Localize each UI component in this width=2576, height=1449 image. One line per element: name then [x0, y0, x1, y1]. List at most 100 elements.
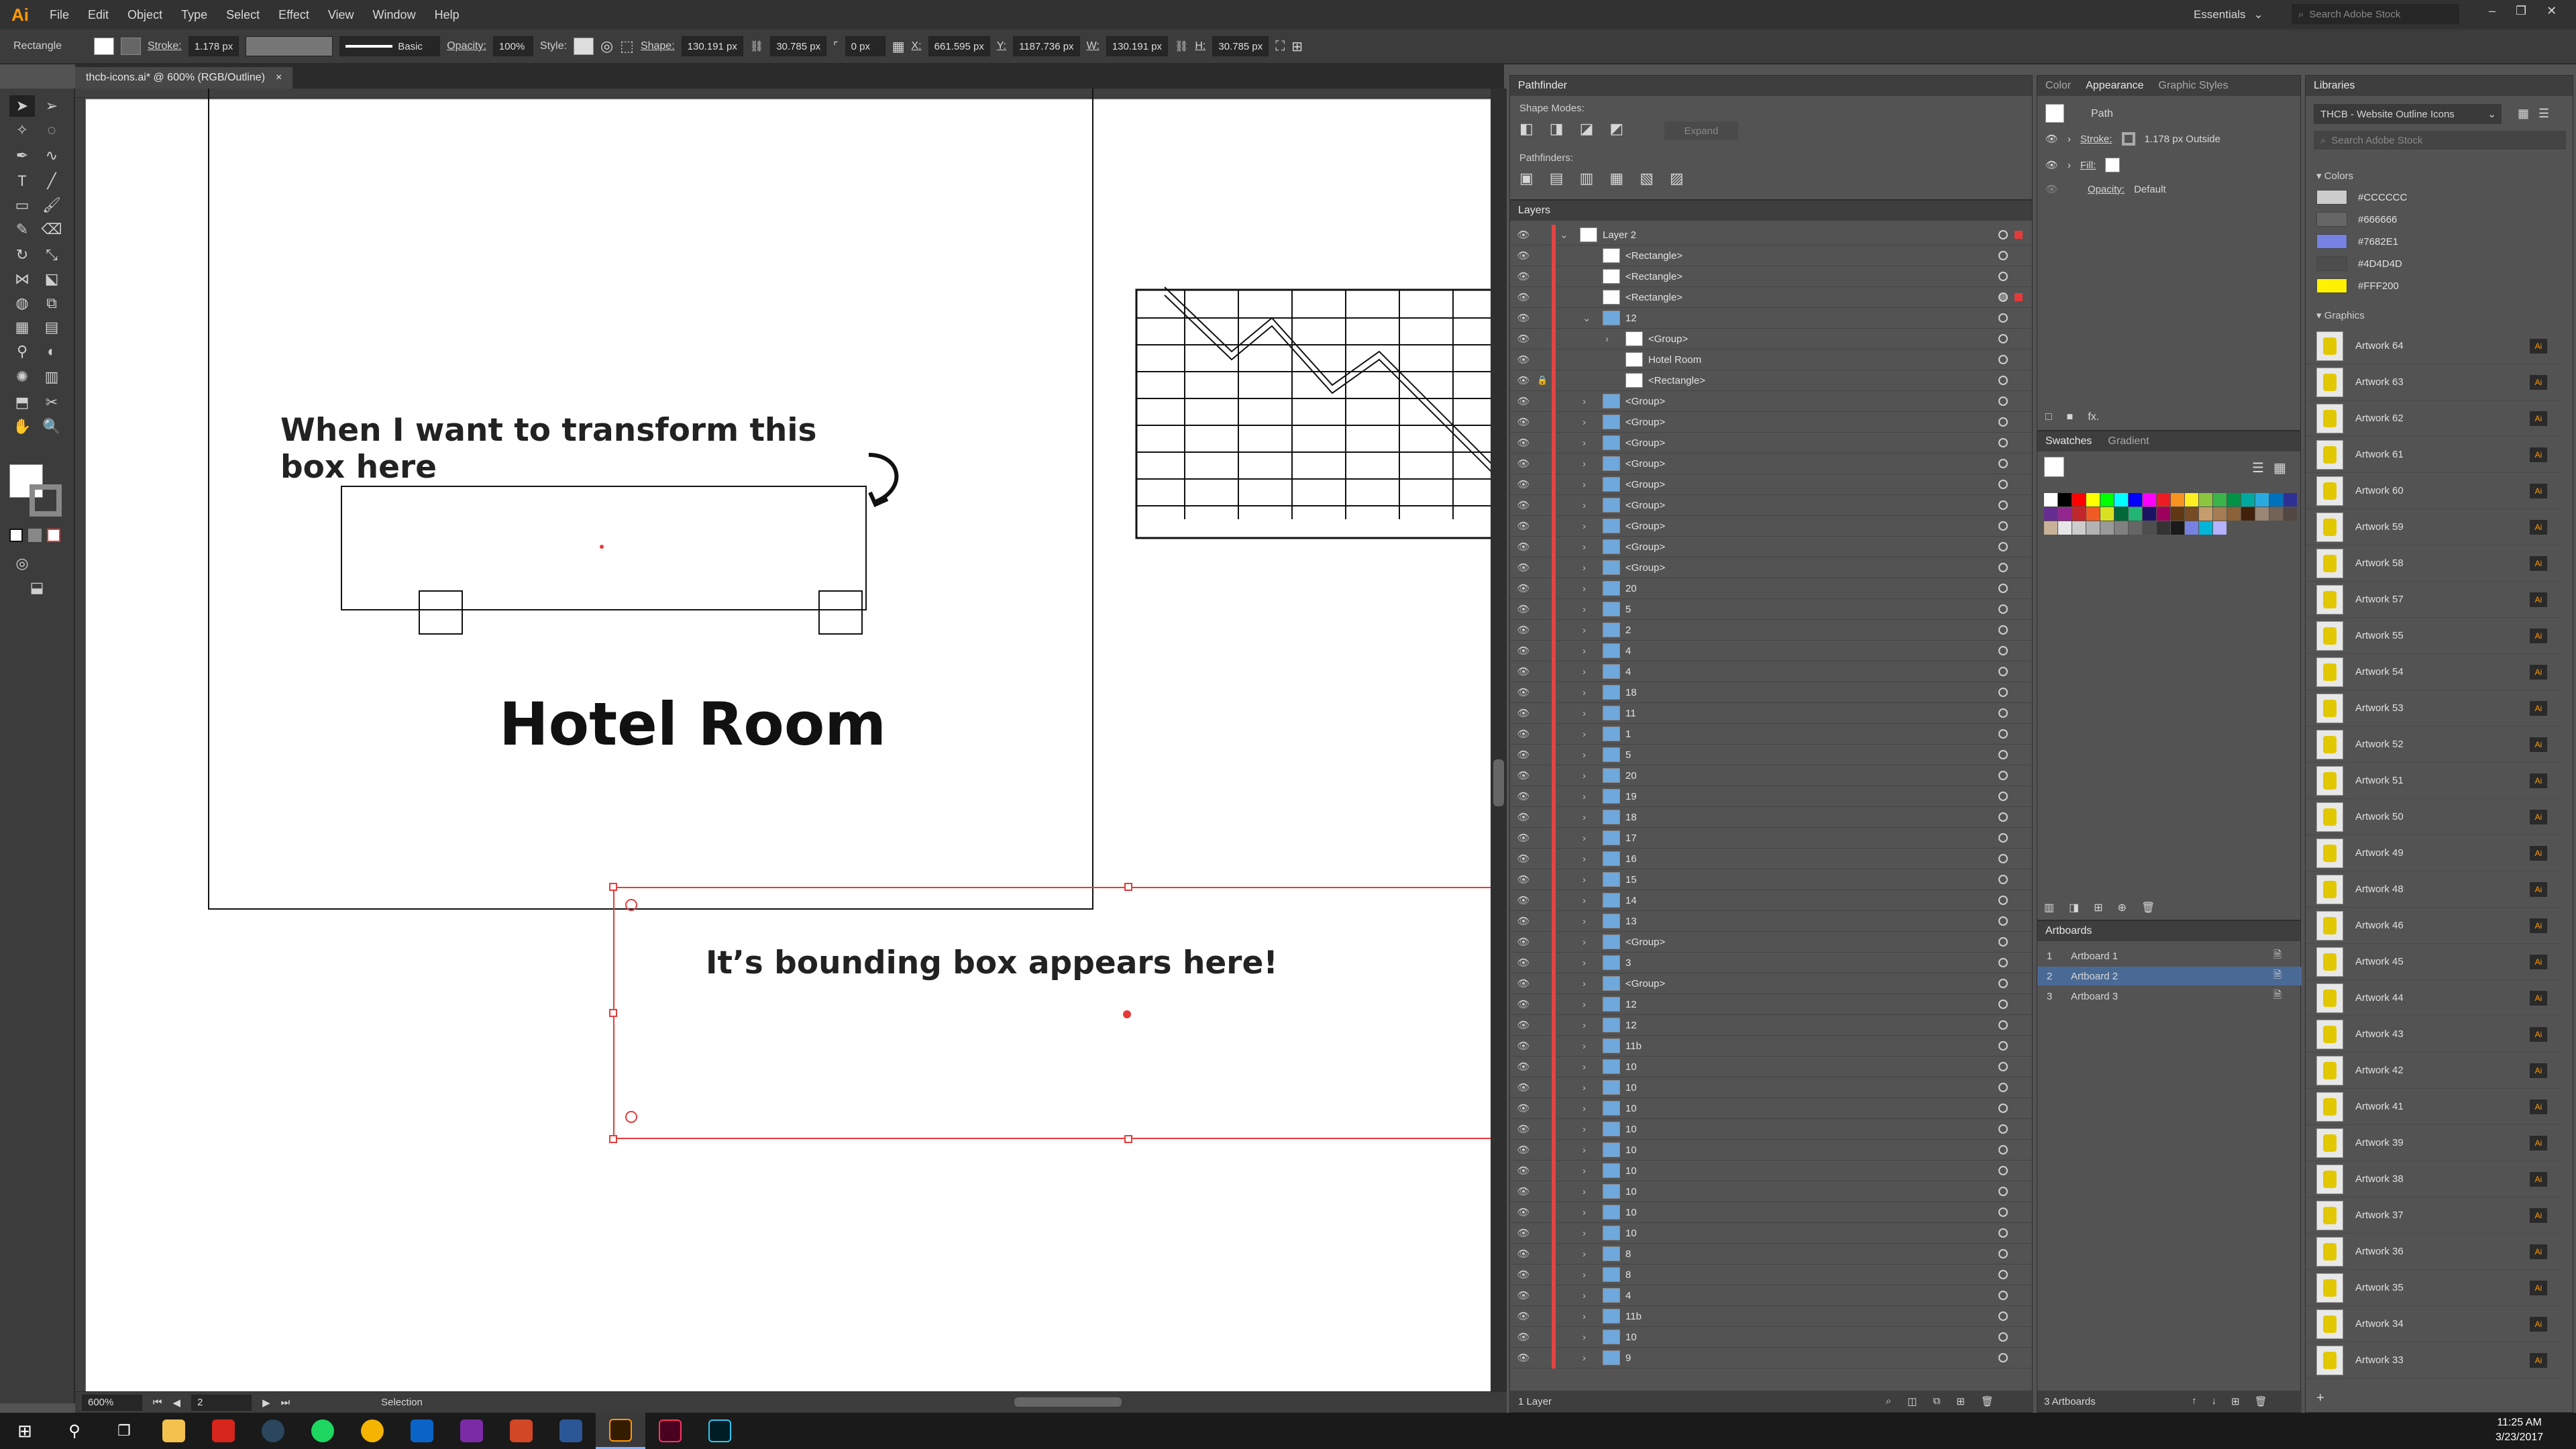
layer-name[interactable]: 10 [1625, 1228, 1637, 1239]
color-swatch[interactable] [2072, 521, 2086, 535]
visibility-eye-icon[interactable]: 👁 [1510, 1185, 1537, 1197]
bbox-handle-bm[interactable] [1124, 1135, 1132, 1143]
layer-row[interactable]: 👁 › 12 [1510, 994, 2033, 1015]
color-swatch[interactable] [2171, 507, 2184, 521]
color-swatch[interactable] [2284, 493, 2297, 506]
variable-width-dropdown[interactable] [246, 36, 333, 56]
visibility-eye-icon[interactable]: 👁 [1510, 790, 1537, 802]
expand-toggle-icon[interactable]: › [1605, 333, 1620, 345]
target-circle-icon[interactable] [1998, 604, 2008, 614]
layer-row[interactable]: 👁 › 16 [1510, 848, 2033, 869]
target-circle-icon[interactable] [1998, 1062, 2008, 1071]
expand-toggle-icon[interactable]: › [1582, 1020, 1597, 1031]
library-graphic[interactable]: Artwork 50 Ai [2306, 799, 2561, 835]
layer-name[interactable]: 18 [1625, 687, 1637, 698]
target-circle-icon[interactable] [1998, 1353, 2008, 1362]
none-mode-icon[interactable] [47, 529, 60, 542]
visibility-eye-icon[interactable]: 👁 [1510, 1081, 1537, 1093]
target-circle-icon[interactable] [1998, 355, 2008, 364]
eyedropper-tool-icon[interactable]: ⚲ [9, 341, 35, 362]
scale-tool-icon[interactable]: ⤡ [39, 244, 64, 266]
library-search-input[interactable]: ⌕ Search Adobe Stock [2314, 131, 2566, 150]
chevron-down-icon[interactable]: ⌄ [2253, 8, 2263, 21]
list-view-icon[interactable]: ☰ [2538, 107, 2549, 121]
expand-toggle-icon[interactable]: › [1582, 1290, 1597, 1301]
distribute-icon[interactable]: ⊞ [1291, 38, 1303, 55]
stroke-label[interactable]: Stroke: [148, 40, 182, 52]
visibility-eye-icon[interactable]: 👁 [1510, 957, 1537, 969]
crop-icon[interactable]: ▦ [1609, 170, 1623, 187]
target-circle-icon[interactable] [1998, 313, 2008, 323]
target-circle-icon[interactable] [1998, 916, 2008, 926]
expand-toggle-icon[interactable]: ⌄ [1560, 229, 1574, 241]
target-circle-icon[interactable] [1998, 1020, 2008, 1030]
color-swatch[interactable] [2185, 493, 2198, 506]
expand-arrow-icon[interactable]: › [2068, 160, 2071, 171]
move-up-icon[interactable]: ↑ [2192, 1395, 2197, 1407]
symbol-sprayer-tool-icon[interactable]: ✺ [9, 366, 35, 388]
visibility-eye-icon[interactable]: 👁 [1510, 1227, 1537, 1239]
color-swatch[interactable] [2241, 493, 2255, 506]
color-swatch[interactable] [2227, 507, 2241, 521]
layer-row[interactable]: 👁 › 10 [1510, 1222, 2033, 1244]
magic-wand-tool-icon[interactable]: ✧ [9, 119, 35, 141]
color-swatch[interactable] [2044, 507, 2057, 521]
indesign-icon[interactable] [645, 1413, 695, 1449]
swatch-library-icon[interactable]: ▥ [2044, 901, 2054, 914]
library-graphic[interactable]: Artwork 43 Ai [2306, 1016, 2561, 1053]
layer-row[interactable]: 👁 › 12 [1510, 1014, 2033, 1036]
reference-point-icon[interactable]: ▦ [892, 38, 905, 55]
expand-toggle-icon[interactable]: › [1582, 999, 1597, 1010]
type-tool-icon[interactable]: T [9, 170, 35, 192]
layer-row[interactable]: 👁 › 5 [1510, 744, 2033, 765]
color-swatch[interactable] [2058, 507, 2072, 521]
target-circle-icon[interactable] [1998, 563, 2008, 572]
appearance-fill-label[interactable]: Fill: [2080, 160, 2096, 171]
expand-toggle-icon[interactable]: › [1582, 895, 1597, 906]
eraser-tool-icon[interactable]: ⌫ [39, 219, 64, 240]
color-swatch[interactable] [2199, 521, 2212, 535]
close-tab-icon[interactable]: × [276, 72, 282, 84]
delete-layer-icon[interactable]: 🗑 [1981, 1395, 1994, 1407]
libraries-title[interactable]: Libraries [2306, 76, 2573, 96]
library-graphic[interactable]: Artwork 38 Ai [2306, 1161, 2561, 1197]
visibility-eye-icon[interactable]: 👁 [1510, 1352, 1537, 1364]
layer-name[interactable]: 10 [1625, 1144, 1637, 1156]
y-field[interactable]: 1187.736 px [1013, 36, 1080, 56]
library-graphic[interactable]: Artwork 58 Ai [2306, 545, 2561, 582]
color-swatch[interactable] [2072, 493, 2086, 506]
tab-appearance[interactable]: Appearance [2086, 80, 2143, 92]
rectangle-tool-icon[interactable]: ▭ [9, 195, 35, 216]
expand-toggle-icon[interactable]: › [1582, 687, 1597, 698]
color-swatch[interactable] [2072, 507, 2086, 521]
canvas[interactable]: When I want to transform this box here H… [75, 89, 1491, 1391]
visibility-eye-icon[interactable]: 👁 [1510, 977, 1537, 989]
target-circle-icon[interactable] [1998, 334, 2008, 343]
visibility-eye-icon[interactable]: 👁 [1510, 1144, 1537, 1156]
target-circle-icon[interactable] [1998, 1208, 2008, 1217]
library-graphic[interactable]: Artwork 35 Ai [2306, 1270, 2561, 1306]
vertical-ruler[interactable] [75, 98, 85, 1391]
minimize-button[interactable]: – [2489, 4, 2496, 18]
layer-name[interactable]: 11b [1625, 1040, 1642, 1052]
style-swatch[interactable] [573, 38, 594, 55]
expand-toggle-icon[interactable]: › [1582, 957, 1597, 969]
expand-toggle-icon[interactable]: › [1582, 1082, 1597, 1093]
next-artboard-icon[interactable]: ▶ [262, 1397, 270, 1409]
opacity-field[interactable]: 100% [492, 36, 533, 56]
layer-name[interactable]: <Group> [1625, 936, 1665, 948]
layer-name[interactable]: 10 [1625, 1332, 1637, 1343]
layer-row[interactable]: 👁 › 19 [1510, 786, 2033, 807]
visibility-eye-icon[interactable]: 👁 [1510, 291, 1537, 303]
visibility-eye-icon[interactable]: 👁 [1510, 312, 1537, 324]
color-swatch[interactable] [2058, 493, 2072, 506]
target-circle-icon[interactable] [1998, 958, 2008, 967]
visibility-eye-icon[interactable]: 👁 [1510, 998, 1537, 1010]
expand-toggle-icon[interactable]: › [1582, 978, 1597, 989]
small-rectangle-left[interactable] [419, 590, 463, 635]
layer-name[interactable]: 17 [1625, 833, 1637, 844]
color-swatch[interactable] [2227, 493, 2241, 506]
recolor-icon[interactable]: ◎ [600, 38, 613, 55]
layer-name[interactable]: 18 [1625, 812, 1637, 823]
visibility-eye-icon[interactable]: 👁 [1510, 1248, 1537, 1260]
